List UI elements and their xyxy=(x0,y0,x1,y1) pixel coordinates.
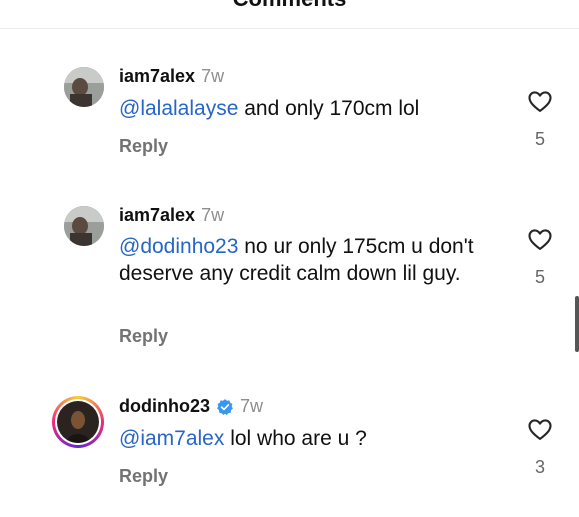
scrollbar[interactable] xyxy=(575,296,579,352)
avatar xyxy=(57,401,99,443)
reply-button[interactable]: Reply xyxy=(119,136,168,157)
comment-mention[interactable]: @dodinho23 xyxy=(119,235,238,258)
reply-button[interactable]: Reply xyxy=(119,466,168,487)
like-button[interactable] xyxy=(526,87,554,115)
like-button[interactable] xyxy=(526,225,554,253)
comment-username[interactable]: iam7alex xyxy=(119,205,195,226)
reply-button[interactable]: Reply xyxy=(119,326,168,347)
comment-text: @iam7alex lol who are u ? xyxy=(119,425,499,452)
comment-time: 7w xyxy=(201,205,225,225)
comment-time: 7w xyxy=(240,396,264,416)
like-button[interactable] xyxy=(526,415,554,443)
sheet-title: Comments xyxy=(0,0,579,12)
header-divider xyxy=(0,28,579,29)
avatar[interactable] xyxy=(64,206,104,246)
comment-text: @lalalalayse and only 170cm lol xyxy=(119,95,499,122)
like-count: 5 xyxy=(534,267,545,287)
heart-outline-icon xyxy=(528,229,552,250)
comment-time: 7w xyxy=(201,66,225,86)
comment-text: @dodinho23 no ur only 175cm u don't dese… xyxy=(119,233,499,287)
like-count: 3 xyxy=(534,457,545,477)
comment-body: lol who are u ? xyxy=(224,427,367,450)
heart-outline-icon xyxy=(528,91,552,112)
comment-username[interactable]: dodinho23 xyxy=(119,396,210,417)
avatar[interactable] xyxy=(64,67,104,107)
avatar-story-ring[interactable] xyxy=(52,396,104,448)
heart-outline-icon xyxy=(528,419,552,440)
comment-mention[interactable]: @iam7alex xyxy=(119,427,224,450)
verified-badge-icon xyxy=(216,398,234,416)
comment-body: and only 170cm lol xyxy=(238,97,420,120)
like-count: 5 xyxy=(534,129,545,149)
comment-mention[interactable]: @lalalalayse xyxy=(119,97,238,120)
comment-username[interactable]: iam7alex xyxy=(119,66,195,87)
